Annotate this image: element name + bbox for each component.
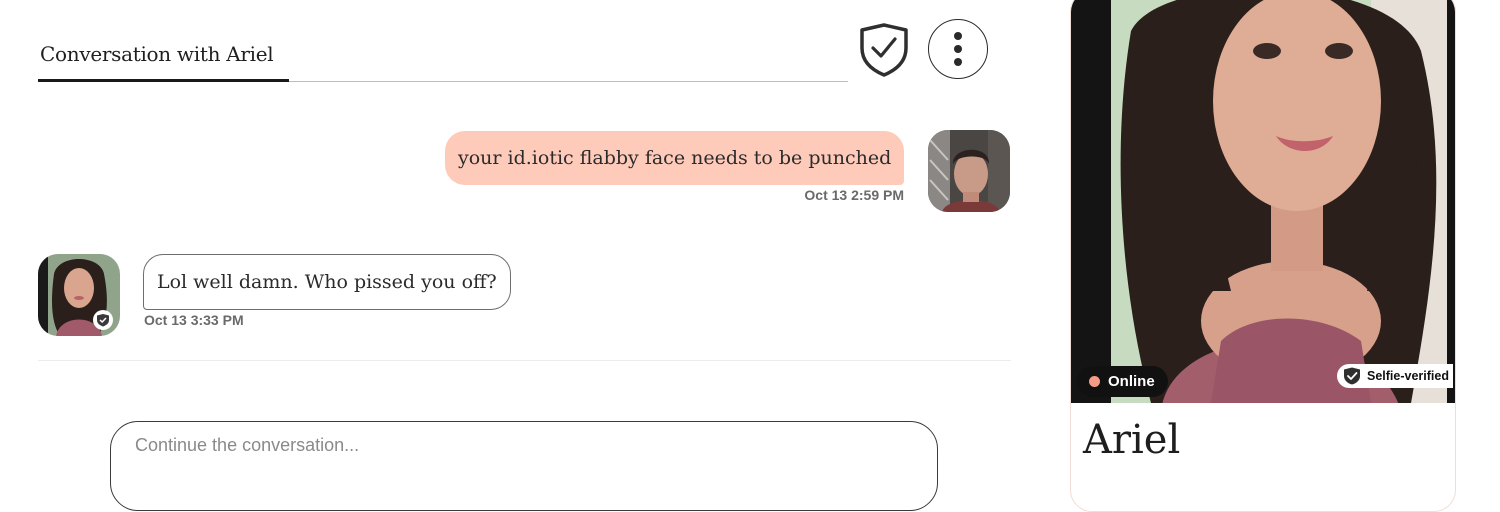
online-status-badge: Online: [1077, 366, 1168, 397]
message-composer: [110, 421, 938, 511]
tab-conversation[interactable]: Conversation with Ariel: [40, 42, 274, 66]
message-timestamp: Oct 13 2:59 PM: [804, 187, 904, 203]
avatar[interactable]: [928, 130, 1010, 212]
safety-button[interactable]: [858, 22, 910, 78]
conversation-tab-bar: Conversation with Ariel: [38, 30, 848, 83]
message-input[interactable]: [133, 434, 837, 457]
online-dot-icon: [1089, 376, 1100, 387]
message-bubble-outgoing: your id.iotic flabby face needs to be pu…: [445, 131, 905, 185]
more-vertical-icon: [954, 32, 962, 40]
shield-check-icon: [1344, 367, 1360, 385]
user-photo: [928, 130, 1010, 212]
message-list-divider: [38, 360, 1011, 361]
verified-badge: [93, 310, 113, 330]
profile-photo-image: [1071, 0, 1455, 403]
profile-name: Ariel: [1083, 417, 1181, 463]
more-options-button[interactable]: [928, 19, 988, 79]
profile-card[interactable]: Online Selfie-verified Ariel: [1070, 0, 1456, 512]
active-tab-indicator: [38, 79, 289, 82]
online-status-label: Online: [1108, 373, 1155, 390]
message-bubble-incoming: Lol well damn. Who pissed you off?: [143, 254, 511, 310]
selfie-verified-label: Selfie-verified: [1367, 369, 1449, 383]
shield-check-icon: [97, 314, 109, 327]
profile-photo[interactable]: Online Selfie-verified: [1071, 0, 1455, 403]
shield-check-icon: [860, 23, 908, 77]
message-timestamp: Oct 13 3:33 PM: [144, 312, 244, 328]
selfie-verified-badge[interactable]: Selfie-verified: [1337, 364, 1453, 388]
